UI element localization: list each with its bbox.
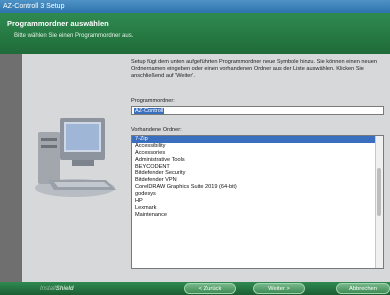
folder-list-item[interactable]: 7-Zip: [132, 136, 383, 143]
program-folder-input[interactable]: AZ-Controll: [131, 106, 384, 115]
title-bar: AZ-Controll 3 Setup: [0, 0, 390, 13]
page-title: Programmordner auswählen: [7, 19, 109, 28]
brand-part-shield: Shield: [55, 286, 74, 292]
folder-list-item[interactable]: HP: [132, 198, 383, 205]
folder-list-item[interactable]: Maintenance: [132, 212, 383, 219]
cancel-button[interactable]: Abbrechen: [336, 283, 390, 294]
left-edge-panel: [0, 54, 22, 286]
folder-list-item[interactable]: Accessibility: [132, 143, 383, 150]
header-banner: Programmordner auswählen Bitte wählen Si…: [0, 13, 390, 54]
folder-list-item[interactable]: Bitdefender Security: [132, 170, 383, 177]
scrollbar-thumb[interactable]: [377, 168, 381, 216]
setup-description: Setup fügt dem unten aufgeführten Progra…: [131, 59, 377, 79]
existing-folders-list[interactable]: 7-Zip Accessibility Accessories Administ…: [131, 135, 384, 269]
folder-list-scrollbar[interactable]: [375, 136, 383, 268]
folder-list-item[interactable]: BEYCODENT: [132, 164, 383, 171]
next-button[interactable]: Weiter >: [253, 283, 305, 294]
setup-window: AZ-Controll 3 Setup Programmordner auswä…: [0, 0, 390, 295]
folder-list-item[interactable]: Accessories: [132, 150, 383, 157]
folder-list-item[interactable]: Lexmark: [132, 205, 383, 212]
back-button[interactable]: < Zurück: [184, 283, 236, 294]
folder-list-item[interactable]: CorelDRAW Graphics Suite 2019 (64-bit): [132, 184, 383, 191]
folder-list-item[interactable]: Administrative Tools: [132, 157, 383, 164]
folder-list-item[interactable]: godesys: [132, 191, 383, 198]
page-subtitle: Bitte wählen Sie einen Programmordner au…: [14, 33, 134, 39]
brand-part-install: Install: [40, 286, 56, 292]
folder-list-item[interactable]: Bitdefender VPN: [132, 177, 383, 184]
program-folder-label: Programmordner:: [131, 98, 175, 104]
computer-illustration-icon: [35, 118, 116, 197]
program-folder-value: AZ-Controll: [134, 108, 165, 114]
existing-folders-label: Vorhandene Ordner:: [131, 127, 182, 133]
installshield-brand: InstallShield: [40, 286, 74, 292]
window-title: AZ-Controll 3 Setup: [3, 3, 65, 10]
